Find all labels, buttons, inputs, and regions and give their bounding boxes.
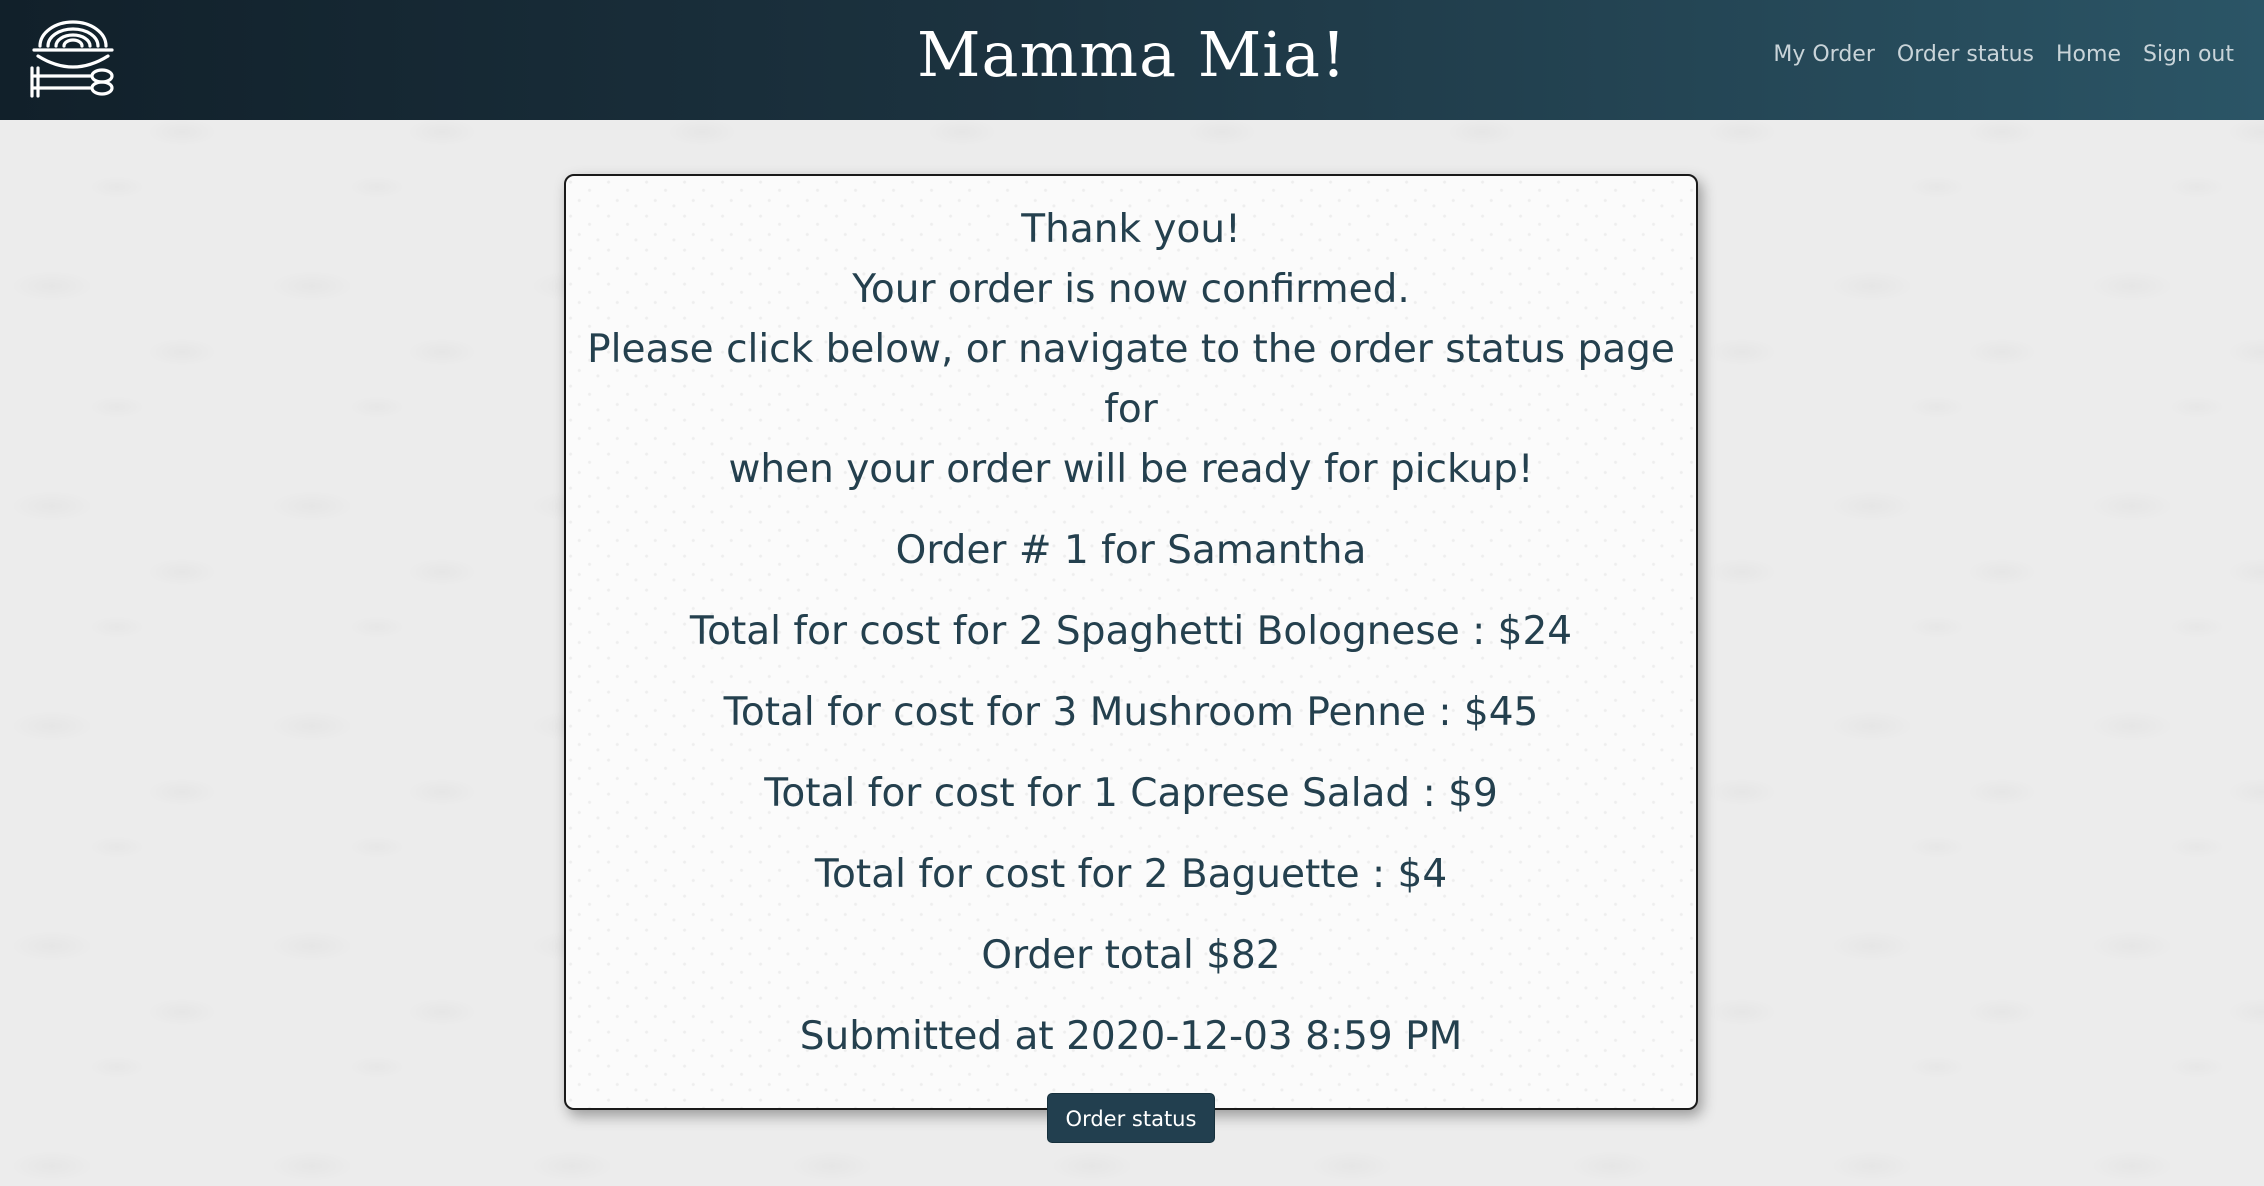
thank-you-text: Thank you! xyxy=(1021,207,1241,252)
instructions-text-line2: when your order will be ready for pickup… xyxy=(728,447,1534,492)
order-line-item: Total for cost for 1 Caprese Salad : $9 xyxy=(764,771,1498,816)
nav-order-status[interactable]: Order status xyxy=(1897,42,2034,67)
order-heading: Order # 1 for Samantha xyxy=(895,528,1367,573)
order-confirmation-card: Thank you! Your order is now confirmed. … xyxy=(564,174,1698,1143)
submitted-timestamp: Submitted at 2020-12-03 8:59 PM xyxy=(799,1014,1463,1059)
instructions-text-line1: Please click below, or navigate to the o… xyxy=(587,327,1675,432)
order-confirmed-text: Your order is now confirmed. xyxy=(852,267,1410,312)
order-line-item: Total for cost for 2 Baguette : $4 xyxy=(814,852,1448,897)
order-total: Order total $82 xyxy=(981,933,1281,978)
nav-sign-out[interactable]: Sign out xyxy=(2143,42,2234,67)
nav-my-order[interactable]: My Order xyxy=(1773,42,1875,67)
confirmation-message: Thank you! Your order is now confirmed. … xyxy=(566,200,1696,500)
nav-home[interactable]: Home xyxy=(2056,42,2121,67)
order-line-item: Total for cost for 2 Spaghetti Bolognese… xyxy=(689,609,1573,654)
order-status-button[interactable]: Order status xyxy=(1046,1093,1216,1143)
main-nav: My Order Order status Home Sign out xyxy=(1773,42,2234,67)
order-line-item: Total for cost for 3 Mushroom Penne : $4… xyxy=(723,690,1539,735)
top-navbar: Mamma Mia! My Order Order status Home Si… xyxy=(0,0,2264,120)
